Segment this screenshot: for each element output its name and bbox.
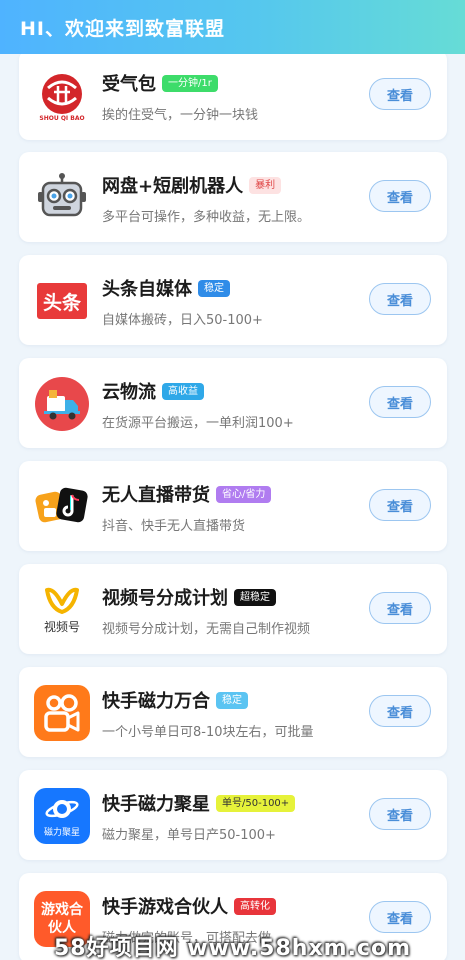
list-item[interactable]: 云物流 高收益 在货源平台搬运，一单利润100+ 查看 <box>19 358 447 448</box>
item-title: 受气包 <box>102 74 156 95</box>
view-button[interactable]: 查看 <box>369 180 431 212</box>
item-description: 一个小号单日可8-10块左右，可批量 <box>102 725 314 740</box>
item-description: 磁力聚星，单号日产50-100+ <box>102 828 276 843</box>
item-title: 网盘+短剧机器人 <box>102 176 244 197</box>
view-button[interactable]: 查看 <box>369 386 431 418</box>
item-tag: 稳定 <box>216 691 248 709</box>
view-button[interactable]: 查看 <box>369 695 431 727</box>
toutiao-logo-text: 头条 <box>37 283 87 319</box>
list-item[interactable]: 快手磁力万合 稳定 一个小号单日可8-10块左右，可批量 查看 <box>19 667 447 757</box>
item-title: 头条自媒体 <box>102 279 192 300</box>
item-description: 抖音、快手无人直播带货 <box>102 519 246 534</box>
douyin-kuaishou-icon <box>34 479 90 535</box>
planet-icon: 磁力聚星 <box>34 788 90 844</box>
item-title: 快手游戏合伙人 <box>102 897 228 918</box>
list-item[interactable]: 网盘+短剧机器人 暴利 多平台可操作，多种收益，无上限。 查看 <box>19 152 447 242</box>
seal-caption: SHOU QI BAO <box>39 115 85 122</box>
item-title: 快手磁力聚星 <box>102 794 210 815</box>
list-item[interactable]: 磁力聚星 快手磁力聚星 单号/50-100+ 磁力聚星，单号日产50-100+ … <box>19 770 447 860</box>
planet-caption: 磁力聚星 <box>43 827 80 838</box>
list-item[interactable]: 视频号 视频号分成计划 超稳定 视频号分成计划，无需自己制作视频 查看 <box>19 564 447 654</box>
item-description: 挨的住受气，一分钟一块钱 <box>102 108 259 123</box>
page-title: HI、欢迎来到致富联盟 <box>20 17 225 40</box>
list-item[interactable]: 无人直播带货 省心/省力 抖音、快手无人直播带货 查看 <box>19 461 447 551</box>
kuaishou-icon <box>34 685 90 741</box>
channels-caption: 视频号 <box>43 619 80 634</box>
page-header: HI、欢迎来到致富联盟 <box>0 0 465 54</box>
truck-icon <box>34 376 90 432</box>
item-tag: 高转化 <box>234 897 276 915</box>
item-tag: 省心/省力 <box>216 485 272 503</box>
list-item[interactable]: SHOU QI BAO 受气包 一分钟/1r 挨的住受气，一分钟一块钱 查看 <box>19 50 447 140</box>
item-title: 无人直播带货 <box>102 485 210 506</box>
item-title: 云物流 <box>102 382 156 403</box>
item-tag: 一分钟/1r <box>162 74 218 92</box>
item-tag: 单号/50-100+ <box>216 794 296 812</box>
item-description: 自媒体搬砖，日入50-100+ <box>102 313 263 328</box>
list-item[interactable]: 头条 头条自媒体 稳定 自媒体搬砖，日入50-100+ 查看 <box>19 255 447 345</box>
view-button[interactable]: 查看 <box>369 78 431 110</box>
item-description: 多平台可操作，多种收益，无上限。 <box>102 210 311 225</box>
item-tag: 稳定 <box>198 279 230 297</box>
item-description: 视频号分成计划，无需自己制作视频 <box>102 622 311 637</box>
view-button[interactable]: 查看 <box>369 798 431 830</box>
item-title: 视频号分成计划 <box>102 588 228 609</box>
item-description: 在货源平台搬运，一单利润100+ <box>102 416 294 431</box>
site-watermark: 58好项目网 www.58hxm.com <box>53 936 412 960</box>
view-button[interactable]: 查看 <box>369 901 431 933</box>
item-tag: 超稳定 <box>234 588 276 606</box>
view-button[interactable]: 查看 <box>369 283 431 315</box>
channels-icon: 视频号 <box>34 582 90 638</box>
toutiao-icon: 头条 <box>34 273 90 329</box>
seal-icon: SHOU QI BAO <box>34 68 90 124</box>
item-tag: 暴利 <box>249 176 282 194</box>
item-title: 快手磁力万合 <box>102 691 210 712</box>
robot-icon <box>34 170 90 226</box>
item-tag: 高收益 <box>162 382 204 400</box>
view-button[interactable]: 查看 <box>369 592 431 624</box>
view-button[interactable]: 查看 <box>369 489 431 521</box>
